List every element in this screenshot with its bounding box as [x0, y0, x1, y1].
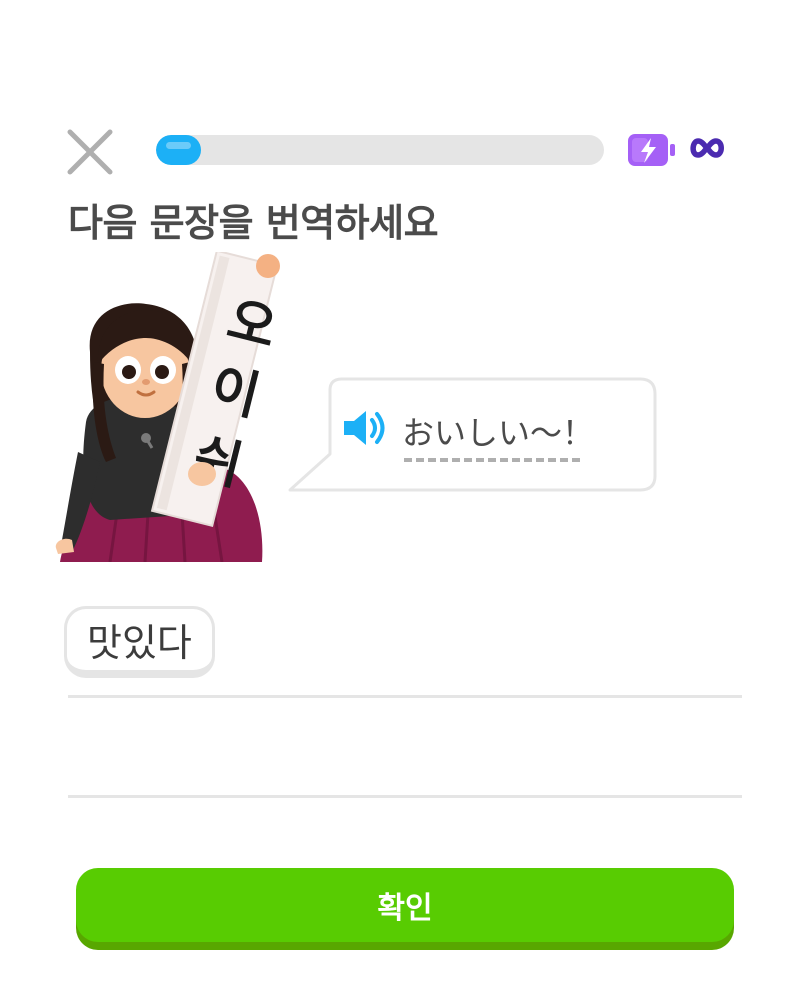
answer-line-2 — [68, 795, 742, 798]
close-icon — [67, 129, 113, 175]
infinite-energy-indicator: ∞ — [688, 128, 726, 168]
play-audio-button[interactable] — [342, 406, 390, 450]
prompt-sentence[interactable]: おいしい〜！ — [402, 408, 594, 454]
lesson-progress-fill — [156, 135, 201, 165]
selected-word-chip[interactable]: 맛있다 — [64, 606, 215, 678]
lesson-progress-bar — [156, 135, 604, 165]
energy-battery-icon[interactable] — [626, 132, 680, 168]
speaker-icon — [344, 411, 385, 445]
hint-dashed-underline — [404, 458, 580, 462]
close-button[interactable] — [64, 126, 116, 178]
infinity-icon — [690, 138, 724, 158]
answer-line-1 — [68, 695, 742, 698]
page-title: 다음 문장을 번역하세요 — [68, 201, 439, 245]
character-illustration: 오 이 쉬 — [50, 252, 320, 562]
check-button[interactable]: 확인 — [76, 868, 734, 942]
